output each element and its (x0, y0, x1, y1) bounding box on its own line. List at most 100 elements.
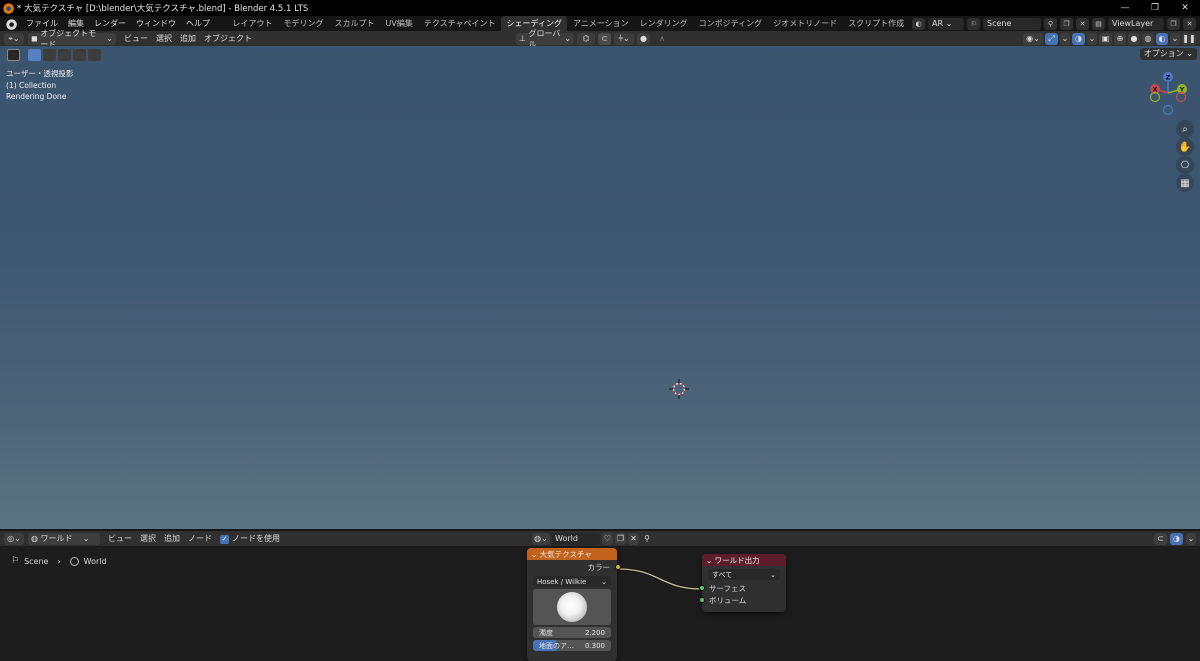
navigation-gizmo[interactable]: Z Y X (1143, 68, 1193, 118)
render-engine-icon[interactable]: ◐ (912, 17, 925, 30)
breadcrumb-world: World (83, 556, 107, 566)
surface-input-socket[interactable] (698, 585, 705, 591)
options-dropdown[interactable]: オプション ⌄ (1139, 48, 1197, 60)
select-subtract-icon[interactable] (58, 49, 71, 61)
maximize-button[interactable]: ❐ (1140, 0, 1170, 16)
node-editor-canvas[interactable]: ⚐ Scene › World ⌄ 大気テクスチャ カラー Hosek / Wi… (0, 546, 1200, 661)
select-extend-icon[interactable] (43, 49, 56, 61)
zoom-icon[interactable]: ⌕ (1176, 120, 1194, 138)
node-menu-add[interactable]: 追加 (160, 531, 184, 546)
node-menu-view[interactable]: ビュー (104, 531, 136, 546)
view-layer-icon[interactable]: ▤ (1092, 17, 1105, 30)
use-nodes-toggle[interactable]: ✓ ノードを使用 (216, 531, 284, 546)
render-engine-select[interactable]: AR ⌄ (928, 17, 964, 30)
pivot-point-icon[interactable]: ⌬ (577, 32, 595, 45)
breadcrumb: ⚐ Scene › World (11, 556, 107, 566)
collection-info: (1) Collection (6, 80, 57, 90)
proportional-edit-icon[interactable]: ● (637, 32, 650, 45)
wireframe-shading-icon[interactable]: ⊕ (1114, 32, 1126, 45)
duplicate-world-icon[interactable]: ❐ (615, 532, 626, 545)
fake-user-icon[interactable]: ♡ (602, 532, 613, 545)
snap-nodes-icon[interactable]: ⊂ (1154, 532, 1167, 545)
world-output-node[interactable]: ⌄ ワールド出力 すべて ⌄ サーフェス ボリューム (698, 554, 786, 612)
tab-sculpt[interactable]: スカルプト (329, 16, 380, 31)
unlink-world-icon[interactable]: ✕ (628, 532, 639, 545)
volume-input-socket[interactable] (698, 597, 705, 603)
select-invert-icon[interactable] (73, 49, 86, 61)
camera-view-icon[interactable]: ⎔ (1176, 156, 1194, 174)
world-output-node-header[interactable]: ⌄ ワールド出力 (702, 554, 786, 566)
select-tool-icon[interactable] (7, 49, 20, 61)
world-name-field[interactable]: World (552, 532, 600, 545)
node-editor-type-icon[interactable]: ◎⌄ (4, 532, 24, 545)
menu-help[interactable]: ヘルプ (181, 16, 215, 31)
turbidity-slider[interactable]: 濁度 2.200 (533, 627, 611, 638)
select-new-icon[interactable] (28, 49, 41, 61)
tab-geometry-nodes[interactable]: ジオメトリノード (768, 16, 843, 31)
menu-view[interactable]: ビュー (120, 31, 152, 46)
node-overlay-icon[interactable]: ◑ (1170, 532, 1183, 545)
transform-orientation-select[interactable]: ⊥ グローバル ⌄ (516, 29, 574, 49)
sky-texture-node[interactable]: ⌄ 大気テクスチャ カラー Hosek / Wilkie ⌄ 濁度 2.200 地面… (527, 548, 621, 661)
tab-scripting[interactable]: スクリプト作成 (843, 16, 910, 31)
output-target-select[interactable]: すべて ⌄ (708, 569, 780, 580)
view-layer-field[interactable]: ViewLayer (1108, 17, 1164, 30)
color-output-socket[interactable] (614, 564, 621, 570)
menu-window[interactable]: ウィンドウ (131, 16, 181, 31)
menu-select[interactable]: 選択 (152, 31, 176, 46)
menu-object[interactable]: オブジェクト (200, 31, 256, 46)
solid-shading-icon[interactable]: ● (1128, 32, 1140, 45)
overlay-toggle-icon[interactable]: ◑ (1072, 32, 1085, 45)
new-scene-icon[interactable]: ❐ (1060, 17, 1073, 30)
minimize-button[interactable]: — (1110, 0, 1140, 16)
shader-type-select[interactable]: ◍ ワールド ⌄ (28, 532, 100, 545)
snap-target-icon[interactable]: ⫩⌄ (614, 32, 634, 45)
new-view-layer-icon[interactable]: ❐ (1167, 17, 1180, 30)
shading-menu-icon[interactable]: ⌄ (1170, 32, 1180, 45)
snap-toggle-icon[interactable]: ⊂ (598, 32, 611, 45)
volume-input-row: ボリューム (698, 594, 786, 606)
tab-layout[interactable]: レイアウト (227, 16, 278, 31)
tab-modeling[interactable]: モデリング (278, 16, 329, 31)
blender-menu-icon[interactable] (5, 17, 17, 30)
mode-select[interactable]: ◼ オブジェクトモード ⌄ (28, 29, 116, 49)
scene-icon[interactable]: ⚐ (967, 17, 980, 30)
delete-scene-icon[interactable]: ✕ (1076, 17, 1089, 30)
visibility-icon[interactable]: ◉⌄ (1023, 32, 1043, 45)
delete-view-layer-icon[interactable]: ✕ (1183, 17, 1196, 30)
tab-compositing[interactable]: コンポジティング (693, 16, 768, 31)
pin-icon[interactable]: ⚲ (1044, 17, 1057, 30)
3d-viewport[interactable]: ユーザー・透視投影 (1) Collection Rendering Done … (0, 46, 1200, 530)
gizmo-menu-icon[interactable]: ⌄ (1060, 32, 1070, 45)
node-menu-select[interactable]: 選択 (136, 531, 160, 546)
node-overlay-menu-icon[interactable]: ⌄ (1186, 532, 1196, 545)
pause-render-icon[interactable]: ❚❚ (1182, 32, 1196, 45)
pan-hand-icon[interactable]: ✋ (1176, 138, 1194, 156)
sky-texture-node-header[interactable]: ⌄ 大気テクスチャ (527, 548, 617, 560)
world-browse-icon[interactable]: ◍⌄ (532, 532, 550, 545)
tab-animation[interactable]: アニメーション (567, 16, 634, 31)
select-intersect-icon[interactable] (88, 49, 101, 61)
tab-rendering[interactable]: レンダリング (634, 16, 693, 31)
node-menu-node[interactable]: ノード (184, 531, 216, 546)
gizmo-toggle-icon[interactable]: ⤢ (1045, 32, 1058, 45)
3d-cursor-icon[interactable] (669, 379, 689, 399)
blender-logo-icon (2, 2, 14, 14)
tab-uv-editing[interactable]: UV編集 (380, 16, 418, 31)
menu-add[interactable]: 追加 (176, 31, 200, 46)
overlay-menu-icon[interactable]: ⌄ (1087, 32, 1097, 45)
sky-type-select[interactable]: Hosek / Wilkie ⌄ (533, 576, 611, 587)
perspective-grid-icon[interactable]: ▦ (1176, 174, 1194, 192)
xray-toggle-icon[interactable]: ▣ (1099, 32, 1112, 45)
pin-world-icon[interactable]: ⚲ (641, 532, 653, 545)
material-shading-icon[interactable]: ◍ (1142, 32, 1154, 45)
close-button[interactable]: ✕ (1170, 0, 1200, 16)
breadcrumb-separator-icon: › (57, 556, 61, 566)
falloff-icon[interactable]: ∧ (653, 32, 671, 45)
editor-type-icon[interactable]: ⌖⌄ (4, 32, 24, 45)
scene-name-field[interactable]: Scene (983, 17, 1041, 30)
tab-texture-paint[interactable]: テクスチャペイント (418, 16, 501, 31)
ground-albedo-slider[interactable]: 地面のア… 0.300 (533, 640, 611, 651)
rendered-shading-icon[interactable]: ◐ (1156, 32, 1168, 45)
world-breadcrumb-icon (69, 556, 79, 566)
